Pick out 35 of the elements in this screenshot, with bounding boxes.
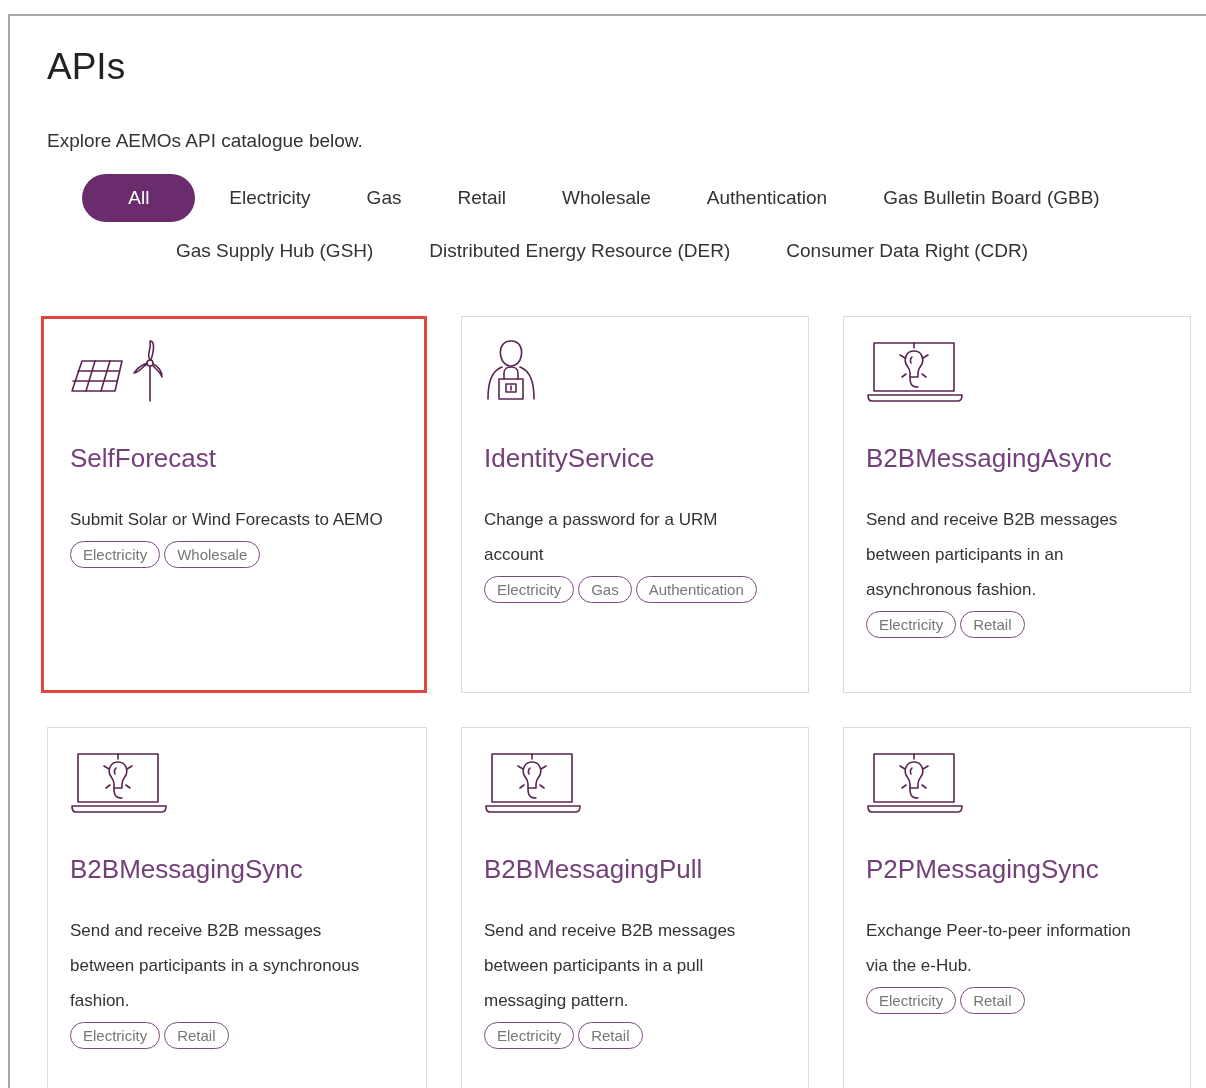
api-card[interactable]: B2BMessagingPull Send and receive B2B messages between participants in a pull messaging pattern. Electricity Retail (461, 727, 809, 1088)
api-title: B2BMessagingAsync (866, 443, 1113, 474)
api-description: Send and receive B2B messages between participants in a pull messaging pattern. (484, 920, 737, 1012)
api-card[interactable]: B2BMessagingSync Send and receive B2B messages between participants in a synchronous fashion. Electricity Retail (47, 727, 427, 1088)
page-title: APIs (47, 46, 127, 88)
laptop-lightbulb-icon (484, 750, 582, 814)
api-card[interactable]: SelfForecast Submit Solar or Wind Forecasts to AEMO Electricity Wholesale (41, 316, 427, 693)
api-description: Send and receive B2B messages between participants in an asynchronous fashion. (866, 509, 1119, 601)
filter-tab[interactable]: Authentication (684, 174, 850, 222)
filter-tab[interactable]: Distributed Energy Resource (DER) (407, 227, 753, 275)
api-description: Exchange Peer-to-peer information via the e-Hub. (866, 920, 1132, 977)
api-title: B2BMessagingPull (484, 854, 704, 885)
laptop-lightbulb-icon (70, 750, 168, 814)
api-description: Send and receive B2B messages between participants in a synchronous fashion. (70, 920, 361, 1012)
filter-tab[interactable]: All (82, 174, 196, 222)
api-card[interactable]: IdentityService Change a password for a URM account Electricity Gas Authentication (461, 316, 809, 693)
filter-tab[interactable]: Retail (435, 174, 529, 222)
api-description: Change a password for a URM account (484, 509, 719, 566)
intro-text: Explore AEMOs API catalogue below. (47, 130, 364, 152)
filter-tab[interactable]: Electricity (207, 174, 333, 222)
api-title: B2BMessagingSync (70, 854, 304, 885)
api-title: P2PMessagingSync (866, 854, 1100, 885)
person-padlock-icon (484, 339, 538, 403)
filter-tab[interactable]: Wholesale (540, 174, 673, 222)
filter-tab[interactable]: Gas Supply Hub (GSH) (153, 227, 396, 275)
filter-tab[interactable]: Gas (344, 174, 424, 222)
api-title: SelfForecast (70, 443, 217, 474)
laptop-lightbulb-icon (866, 339, 964, 403)
api-card[interactable]: P2PMessagingSync Exchange Peer-to-peer information via the e-Hub. Electricity Retail (843, 727, 1191, 1088)
api-card[interactable]: B2BMessagingAsync Send and receive B2B messages between participants in an asynchronous fashion. Electricity Retail (843, 316, 1191, 693)
laptop-lightbulb-icon (866, 750, 964, 814)
api-description: Submit Solar or Wind Forecasts to AEMO (70, 509, 384, 531)
api-title: IdentityService (484, 443, 656, 474)
filter-tab[interactable]: Consumer Data Right (CDR) (764, 227, 1051, 275)
filter-tab[interactable]: Gas Bulletin Board (GBB) (861, 174, 1122, 222)
